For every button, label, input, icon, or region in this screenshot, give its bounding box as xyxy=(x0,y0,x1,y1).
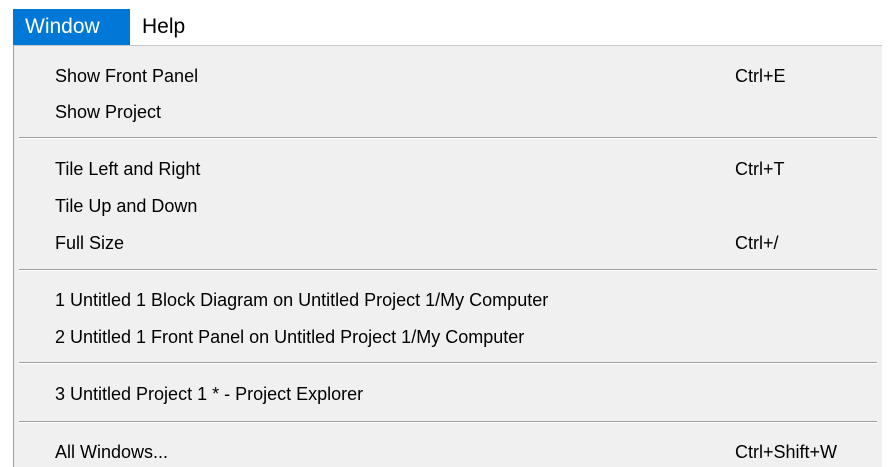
menu-item-shortcut: Ctrl+Shift+W xyxy=(735,442,838,462)
menu-item-label: Tile Up and Down xyxy=(55,196,198,216)
menu-item-label: All Windows... xyxy=(55,442,169,462)
menu-item-window-2[interactable]: 2 Untitled 1 Front Panel on Untitled Pro… xyxy=(14,319,881,355)
menu-item-shortcut: Ctrl+E xyxy=(735,66,786,86)
menu-item-label: 3 Untitled Project 1 * - Project Explore… xyxy=(55,384,364,404)
menu-help[interactable]: Help xyxy=(130,9,197,45)
menu-item-label: 2 Untitled 1 Front Panel on Untitled Pro… xyxy=(55,327,525,347)
menu-item-all-windows[interactable]: All Windows... Ctrl+Shift+W xyxy=(14,434,881,467)
menu-item-shortcut: Ctrl+T xyxy=(735,159,785,179)
menu-bar: Window Help xyxy=(0,0,895,46)
window-menu-dropdown: Show Front Panel Ctrl+E Show Project Til… xyxy=(13,45,882,467)
menu-item-tile-up-down[interactable]: Tile Up and Down xyxy=(14,188,881,224)
menu-item-shortcut: Ctrl+/ xyxy=(735,233,779,253)
menu-item-label: Tile Left and Right xyxy=(55,159,201,179)
menu-item-label: Show Front Panel xyxy=(55,66,199,86)
menu-separator xyxy=(19,362,877,364)
menu-window[interactable]: Window xyxy=(13,9,130,45)
menu-item-full-size[interactable]: Full Size Ctrl+/ xyxy=(14,225,881,261)
menu-item-tile-left-right[interactable]: Tile Left and Right Ctrl+T xyxy=(14,151,881,187)
menu-separator xyxy=(19,137,877,139)
screen: Window Help Show Front Panel Ctrl+E Show… xyxy=(0,0,895,467)
menu-item-window-1[interactable]: 1 Untitled 1 Block Diagram on Untitled P… xyxy=(14,282,881,318)
menu-item-show-front-panel[interactable]: Show Front Panel Ctrl+E xyxy=(14,58,881,94)
menu-item-label: Show Project xyxy=(55,102,162,122)
menu-separator xyxy=(19,421,877,423)
menu-separator xyxy=(19,269,877,271)
menu-item-window-3[interactable]: 3 Untitled Project 1 * - Project Explore… xyxy=(14,376,881,412)
menu-item-label: Full Size xyxy=(55,233,125,253)
menu-item-show-project[interactable]: Show Project xyxy=(14,94,881,130)
menu-item-label: 1 Untitled 1 Block Diagram on Untitled P… xyxy=(55,290,549,310)
